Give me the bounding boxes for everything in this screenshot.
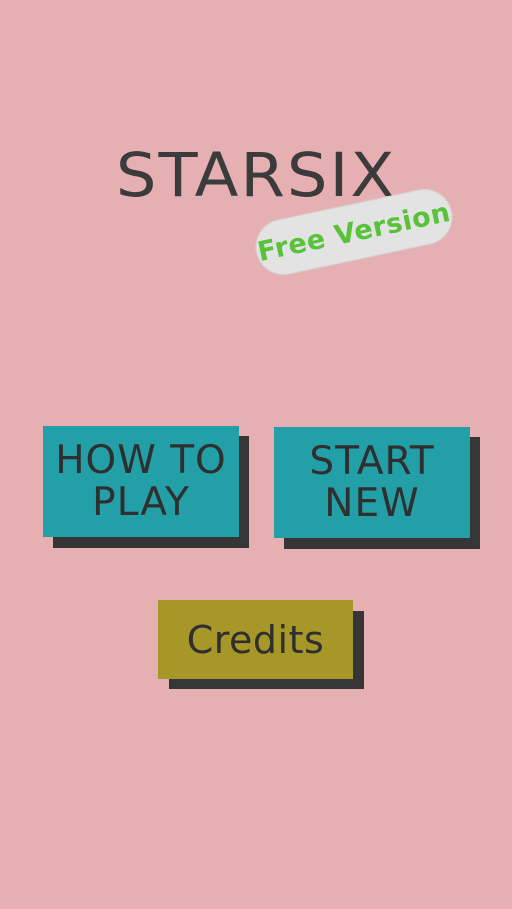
start-new-label: START NEW (309, 438, 435, 526)
main-menu-screen: STARSIX Free Version HOW TO PLAY START N… (0, 0, 512, 909)
how-to-play-label: HOW TO PLAY (55, 437, 227, 525)
start-new-button[interactable]: START NEW (274, 427, 480, 549)
button-face[interactable]: Credits (158, 600, 353, 679)
credits-label: Credits (186, 617, 325, 662)
how-to-play-button[interactable]: HOW TO PLAY (43, 426, 249, 548)
button-face[interactable]: START NEW (274, 427, 470, 538)
credits-button[interactable]: Credits (158, 600, 364, 689)
button-face[interactable]: HOW TO PLAY (43, 426, 239, 537)
